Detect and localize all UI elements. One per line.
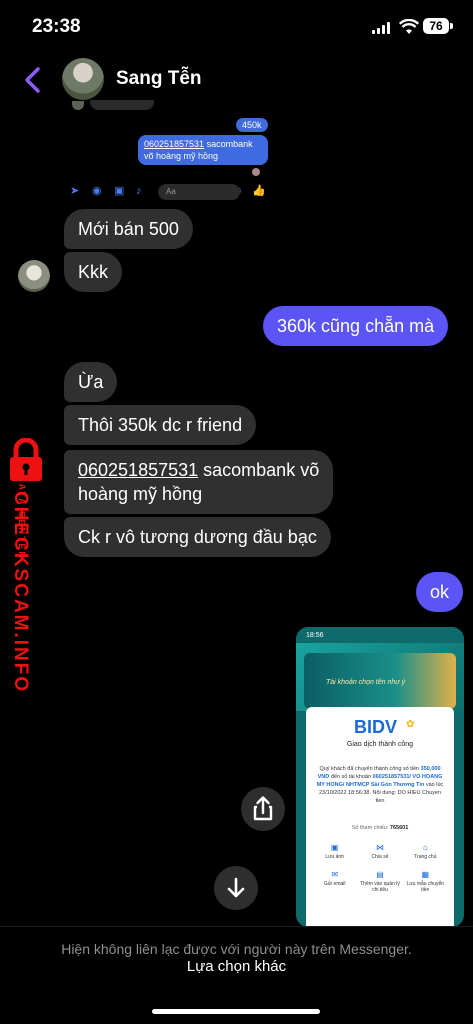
email-icon: ✉ [331, 870, 339, 879]
battery-level: 76 [423, 18, 449, 34]
embedded-bubble-fragment [90, 100, 154, 110]
template-icon: ▦ [421, 870, 430, 879]
message-bubble-sent[interactable]: ok [416, 572, 464, 612]
contact-name[interactable]: Sang Tễn [116, 68, 202, 90]
scroll-down-button[interactable] [214, 866, 258, 910]
receipt-details: Quý khách đã chuyển thành công số tiền 3… [314, 765, 446, 805]
reference-number: 765601 [389, 825, 409, 831]
receipt-action: ⌂ Trang chủ [403, 843, 448, 860]
embedded-amount-bubble: 450k [236, 118, 268, 132]
receipt-action: ▦ Lưu mẫu chuyển tiền [403, 870, 448, 893]
account-number-link[interactable]: 060251857531 [78, 460, 198, 480]
receipt-line: đến số tài khoản [330, 774, 372, 780]
camera-icon: ◉ [92, 185, 102, 197]
thumbs-up-icon: 👍 [252, 185, 266, 197]
cellular-signal-icon [372, 22, 392, 34]
watermark-title: CHECKSCAM.INFO [10, 491, 31, 694]
account-name-text: hoàng mỹ hồng [78, 484, 203, 504]
unavailable-notice: Hiện không liên lạc được với người này t… [61, 941, 412, 957]
receipt-line: Quý khách đã chuyển thành công số tiền [319, 766, 420, 772]
receipt-status-text: Giao dịch thành công [346, 741, 414, 748]
receipt-action: ▣ Lưu ảnh [312, 843, 357, 860]
arrow-down-icon [227, 877, 245, 898]
bank-logo: BIDV [354, 717, 398, 737]
sender-avatar[interactable] [18, 260, 50, 292]
status-time: 23:38 [32, 16, 81, 37]
receipt-card: BIDV ✿ Giao dịch thành công Quý khách đã… [306, 707, 454, 927]
message-bubble[interactable]: Thôi 350k dc r friend [64, 405, 257, 445]
message-bubble[interactable]: Mới bán 500 [64, 209, 193, 249]
receipt-action-label: Lưu mẫu chuyển tiền [406, 881, 445, 893]
embedded-account-link: 060251857531 [144, 139, 205, 149]
receipt-banner-text: Tài khoản chọn tên như ý [326, 679, 406, 686]
embedded-avatar [72, 101, 84, 110]
share-button[interactable] [241, 787, 285, 831]
receipt-action-label: Thêm vào quản lý chi tiêu [360, 881, 400, 893]
receipt-reference: Số tham chiếu: 765601 [306, 825, 454, 831]
share-icon: ⋈ [375, 843, 384, 852]
receipt-action: ⋈ Chia sẻ [357, 843, 402, 860]
receipt-status-time: 18:56 [306, 632, 324, 639]
message-bubble-account[interactable]: 060251857531 sacombank võ hoàng mỹ hồng [64, 450, 334, 514]
receipt-image[interactable]: 18:56 Tài khoản chọn tên như ý BIDV ✿ Gi… [296, 627, 464, 927]
home-indicator[interactable] [152, 1009, 320, 1014]
gallery-icon: ▣ [114, 185, 125, 197]
receipt-banner: Tài khoản chọn tên như ý [304, 653, 456, 709]
expense-icon: ▤ [376, 870, 384, 879]
footer-divider [0, 926, 473, 927]
receipt-actions: ▣ Lưu ảnh ⋈ Chia sẻ ⌂ Trang chủ ✉ Gửi email … [312, 843, 448, 893]
embedded-message-input: Aa [158, 184, 240, 200]
battery-icon [450, 23, 453, 29]
account-text: sacombank võ [198, 460, 320, 480]
message-bubble[interactable]: Kkk [64, 252, 123, 292]
receipt-action-label: Lưu ảnh [325, 854, 344, 860]
back-chevron-icon[interactable] [22, 66, 46, 94]
receipt-action: ✉ Gửi email [312, 870, 357, 893]
home-icon: ⌂ [422, 843, 428, 852]
microphone-icon: ♪ [136, 185, 142, 197]
wifi-icon [399, 19, 419, 34]
other-options-button[interactable]: Lựa chọn khác [0, 958, 473, 975]
receipt-header: Tài khoản chọn tên như ý [296, 643, 464, 711]
receipt-action-label: Gửi email [323, 881, 346, 887]
message-bubble[interactable]: Ck r vô tương dương đầu bạc [64, 517, 331, 557]
embedded-account-bubble: 060251857531 sacombank võ hoàng mỹ hồng [138, 135, 268, 165]
bank-logo-icon: ✿ [406, 719, 415, 730]
save-image-icon: ▣ [330, 843, 339, 852]
receipt-action-label: Trang chủ [414, 854, 437, 860]
message-bubble-sent[interactable]: 360k cũng chẵn mà [263, 306, 449, 346]
location-icon: ➤ [70, 185, 80, 197]
receipt-action: ▤ Thêm vào quản lý chi tiêu [357, 870, 402, 893]
embedded-seen-avatar [252, 168, 260, 176]
receipt-action-label: Chia sẻ [371, 854, 389, 860]
share-icon [253, 796, 273, 821]
reference-label: Số tham chiếu: [351, 825, 389, 831]
contact-avatar[interactable] [62, 58, 104, 100]
message-bubble[interactable]: Ừa [64, 362, 118, 402]
